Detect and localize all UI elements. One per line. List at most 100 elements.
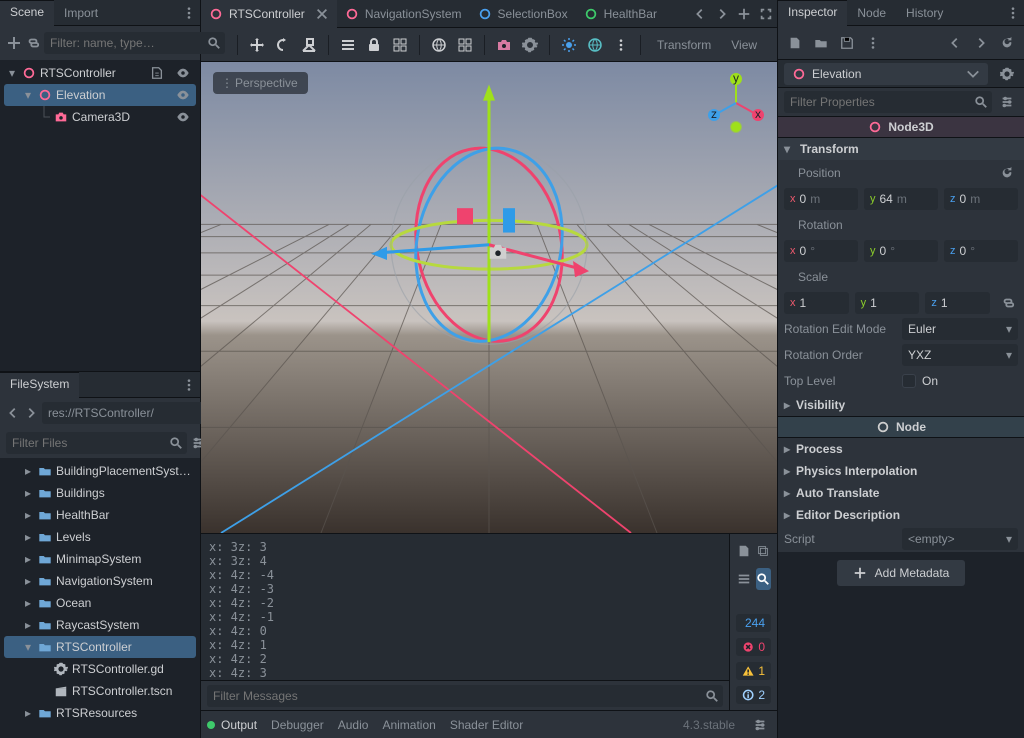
rotation-edit-mode-select[interactable]: Euler▾ [902, 318, 1018, 340]
tab-filesystem[interactable]: FileSystem [0, 372, 79, 398]
top-level-checkbox[interactable]: On [902, 374, 938, 388]
rotation-z-field[interactable]: z0° [944, 240, 1018, 262]
position-y-field[interactable]: y64m [864, 188, 938, 210]
toggle-search-button[interactable] [756, 568, 772, 590]
tab-debugger[interactable]: Debugger [271, 718, 324, 732]
nav-fwd-button[interactable] [24, 402, 38, 424]
tab-output[interactable]: Output [207, 718, 257, 732]
filesystem-item[interactable]: ▸NavigationSystem [4, 570, 196, 592]
misc-tool[interactable] [519, 34, 541, 56]
instance-link-button[interactable] [26, 32, 40, 54]
object-doc-button[interactable] [996, 63, 1018, 85]
editor-tab[interactable]: RTSController [201, 0, 337, 28]
warnings-badge[interactable]: 1 [736, 662, 771, 680]
distraction-free-button[interactable] [755, 3, 777, 25]
sun-tool[interactable] [558, 34, 580, 56]
kebab-icon[interactable] [178, 2, 200, 24]
group-physics-interpolation[interactable]: ▸Physics Interpolation [778, 460, 1024, 482]
tab-inspector[interactable]: Inspector [778, 0, 847, 26]
group-editor-description[interactable]: ▸Editor Description [778, 504, 1024, 526]
inspected-node-chip[interactable]: Elevation [784, 63, 988, 85]
viewport-3d[interactable]: Perspective y x z [201, 62, 777, 533]
filesystem-item[interactable]: ▸RTSResources [4, 702, 196, 724]
next-scene-button[interactable] [711, 3, 733, 25]
scale-y-field[interactable]: y1 [855, 292, 920, 314]
axis-gizmo[interactable]: y x z [705, 72, 767, 134]
inspector-filter-input[interactable] [784, 91, 992, 113]
transform-menu[interactable]: Transform [649, 33, 719, 57]
filesystem-item[interactable]: ▸MinimapSystem [4, 548, 196, 570]
add-metadata-button[interactable]: Add Metadata [837, 560, 966, 586]
move-tool[interactable] [246, 34, 268, 56]
lock-tool[interactable] [363, 34, 385, 56]
scene-tree-item[interactable]: ▾Elevation [4, 84, 196, 106]
filesystem-item[interactable]: RTSController.gd [4, 658, 196, 680]
filesystem-item[interactable]: ▸Buildings [4, 482, 196, 504]
nav-back-button[interactable] [6, 402, 20, 424]
scale-tool[interactable] [298, 34, 320, 56]
toggle-lines-button[interactable] [736, 568, 752, 590]
history-back-button[interactable] [944, 32, 966, 54]
tab-import[interactable]: Import [54, 0, 108, 26]
class-header-node3d[interactable]: Node3D [778, 116, 1024, 138]
scene-filter-input[interactable] [44, 32, 225, 54]
group-tool[interactable] [389, 34, 411, 56]
group-auto-translate[interactable]: ▸Auto Translate [778, 482, 1024, 504]
rotation-order-select[interactable]: YXZ▾ [902, 344, 1018, 366]
filesystem-tree[interactable]: ▸BuildingPlacementSyst…▸Buildings▸Health… [0, 458, 200, 738]
world-env-tool[interactable] [584, 34, 606, 56]
rotation-x-field[interactable]: x0° [784, 240, 858, 262]
add-scene-button[interactable] [733, 3, 755, 25]
script-select[interactable]: <empty>▾ [902, 528, 1018, 550]
group-process[interactable]: ▸Process [778, 438, 1024, 460]
editor-tab[interactable]: SelectionBox [470, 0, 576, 28]
editor-tab[interactable]: NavigationSystem [337, 0, 470, 28]
output-log[interactable]: x: 3z: 3 x: 3z: 4 x: 4z: -4 x: 4z: -3 x:… [201, 534, 729, 680]
path-field[interactable] [42, 402, 209, 424]
copy-output-button[interactable] [756, 540, 772, 562]
list-tool[interactable] [337, 34, 359, 56]
tab-scene[interactable]: Scene [0, 0, 54, 26]
inspector-tools-button[interactable] [996, 91, 1018, 113]
snap-tool[interactable] [454, 34, 476, 56]
save-resource-button[interactable] [836, 32, 858, 54]
view-menu[interactable]: View [723, 33, 765, 57]
load-resource-button[interactable] [810, 32, 832, 54]
sort-bottom-button[interactable] [749, 714, 771, 736]
editor-tab[interactable]: HealthBar [576, 0, 665, 28]
history-reset-button[interactable] [996, 32, 1018, 54]
scale-z-field[interactable]: z1 [925, 292, 990, 314]
group-visibility[interactable]: ▸Visibility [778, 394, 1024, 416]
eye-icon[interactable] [172, 62, 194, 84]
filesystem-item[interactable]: ▸HealthBar [4, 504, 196, 526]
scene-tree-item[interactable]: ▾RTSController [4, 62, 196, 84]
tab-shader-editor[interactable]: Shader Editor [450, 718, 523, 732]
scale-x-field[interactable]: x1 [784, 292, 849, 314]
errors-red-badge[interactable]: 0 [736, 638, 771, 656]
errors-blue-badge[interactable]: 244 [736, 614, 771, 632]
perspective-badge[interactable]: Perspective [213, 72, 308, 94]
rotate-tool[interactable] [272, 34, 294, 56]
prev-scene-button[interactable] [689, 3, 711, 25]
camera-preview-tool[interactable] [493, 34, 515, 56]
kebab-icon[interactable] [1002, 2, 1024, 24]
tab-history[interactable]: History [896, 0, 953, 26]
output-filter-input[interactable] [207, 685, 723, 707]
kebab-icon[interactable] [610, 34, 632, 56]
clear-output-button[interactable] [736, 540, 752, 562]
scene-tree-item[interactable]: Camera3D [4, 106, 196, 128]
kebab-icon[interactable] [862, 32, 884, 54]
globe-tool[interactable] [428, 34, 450, 56]
script-icon[interactable] [146, 62, 168, 84]
filesystem-item[interactable]: ▸Ocean [4, 592, 196, 614]
tab-audio[interactable]: Audio [338, 718, 369, 732]
new-resource-button[interactable] [784, 32, 806, 54]
filesystem-item[interactable]: ▸RaycastSystem [4, 614, 196, 636]
scale-link-button[interactable] [998, 296, 1018, 310]
scene-tree[interactable]: ▾RTSController▾ElevationCamera3D [0, 60, 200, 371]
filesystem-item[interactable]: RTSController.tscn [4, 680, 196, 702]
position-z-field[interactable]: z0m [944, 188, 1018, 210]
tab-animation[interactable]: Animation [382, 718, 435, 732]
eye-icon[interactable] [172, 84, 194, 106]
filesystem-item[interactable]: ▸BuildingPlacementSyst… [4, 460, 196, 482]
